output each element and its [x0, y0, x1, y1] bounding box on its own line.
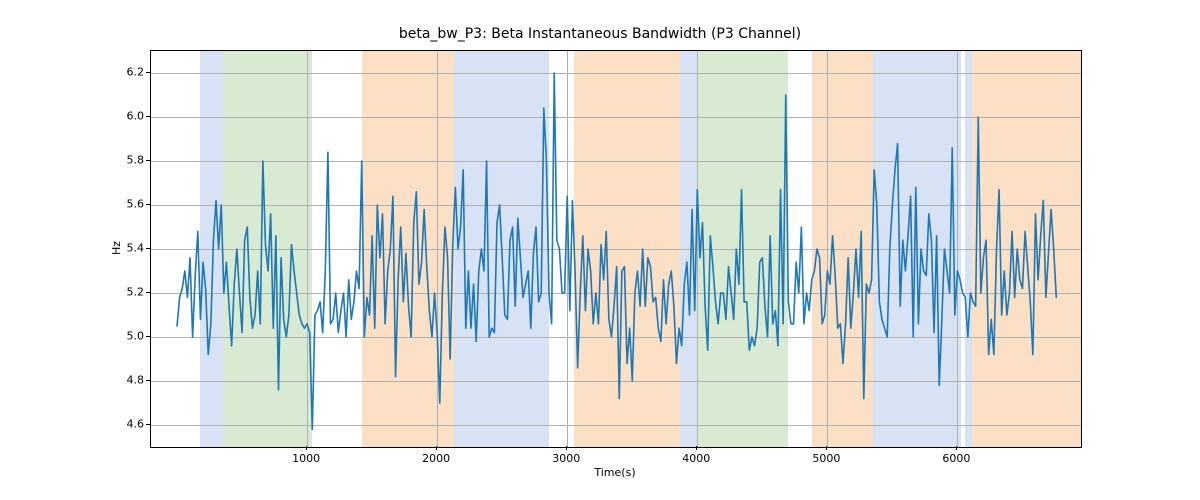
x-tick — [436, 446, 437, 450]
x-axis-label: Time(s) — [150, 466, 1080, 479]
y-tick — [146, 336, 150, 337]
y-tick-label: 5.8 — [120, 154, 144, 167]
y-tick-label: 4.8 — [120, 374, 144, 387]
figure: beta_bw_P3: Beta Instantaneous Bandwidth… — [0, 0, 1200, 500]
y-tick-label: 6.2 — [120, 66, 144, 79]
y-tick-label: 6.0 — [120, 110, 144, 123]
y-tick — [146, 160, 150, 161]
y-tick-label: 4.6 — [120, 418, 144, 431]
x-tick-label: 6000 — [942, 452, 970, 465]
y-tick — [146, 204, 150, 205]
y-tick-label: 5.2 — [120, 286, 144, 299]
line-plot — [151, 51, 1081, 447]
y-tick-label: 5.6 — [120, 198, 144, 211]
y-tick-label: 5.0 — [120, 330, 144, 343]
x-tick — [826, 446, 827, 450]
x-tick — [956, 446, 957, 450]
x-tick-label: 4000 — [682, 452, 710, 465]
x-tick-label: 2000 — [422, 452, 450, 465]
y-tick — [146, 380, 150, 381]
x-tick — [696, 446, 697, 450]
y-tick-label: 5.4 — [120, 242, 144, 255]
y-tick — [146, 292, 150, 293]
x-tick-label: 5000 — [812, 452, 840, 465]
series-beta_bw_P3 — [177, 73, 1056, 429]
plot-axes — [150, 50, 1082, 448]
y-tick — [146, 116, 150, 117]
x-tick — [306, 446, 307, 450]
x-tick — [566, 446, 567, 450]
x-tick-label: 3000 — [552, 452, 580, 465]
x-tick-label: 1000 — [292, 452, 320, 465]
y-tick — [146, 248, 150, 249]
y-tick — [146, 72, 150, 73]
chart-title: beta_bw_P3: Beta Instantaneous Bandwidth… — [0, 26, 1200, 42]
y-tick — [146, 424, 150, 425]
